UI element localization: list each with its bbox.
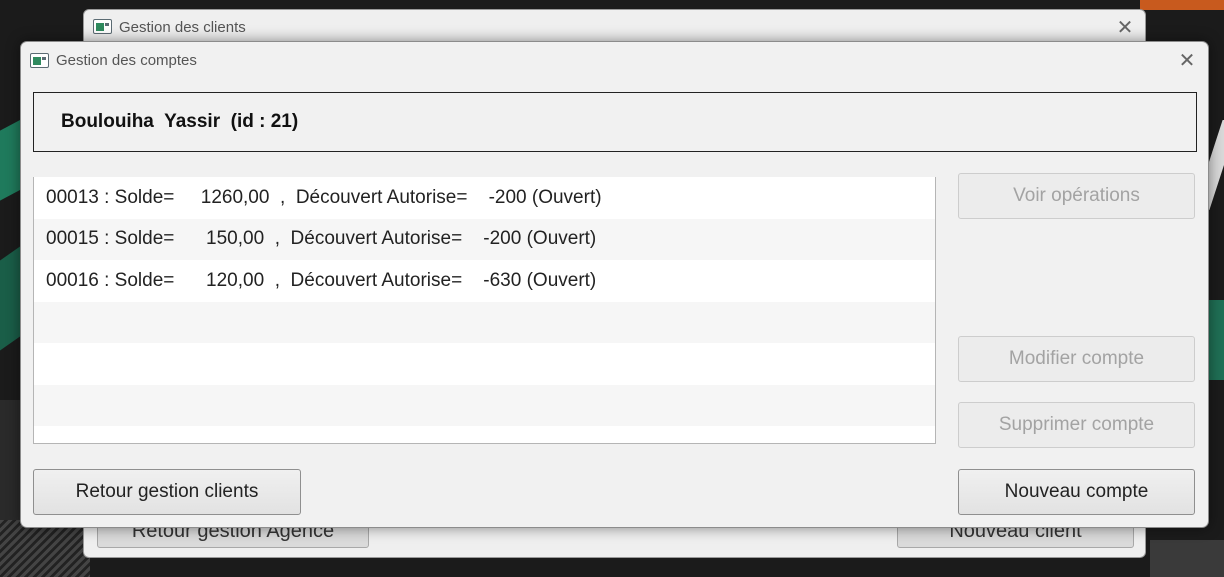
list-item-empty <box>34 301 935 343</box>
app-window-icon <box>93 19 112 34</box>
close-icon[interactable]: ✕ <box>1178 50 1196 70</box>
clients-window-title: Gestion des clients <box>119 19 246 36</box>
voir-operations-button[interactable]: Voir opérations <box>958 173 1195 219</box>
accounts-window-titlebar[interactable]: Gestion des comptes ✕ <box>21 42 1208 80</box>
list-item[interactable]: 00016 : Solde= 120,00 , Découvert Autori… <box>34 260 935 302</box>
list-item-empty <box>34 343 935 385</box>
app-window-icon <box>30 53 49 68</box>
list-item[interactable]: 00013 : Solde= 1260,00 , Découvert Autor… <box>34 177 935 219</box>
retour-gestion-clients-button[interactable]: Retour gestion clients <box>33 469 301 515</box>
background-shape <box>0 520 90 577</box>
accounts-window: Gestion des comptes ✕ Boulouiha Yassir (… <box>20 41 1209 528</box>
accounts-window-title: Gestion des comptes <box>56 52 197 69</box>
background-shape <box>1140 0 1224 10</box>
nouveau-compte-button[interactable]: Nouveau compte <box>958 469 1195 515</box>
client-header: Boulouiha Yassir (id : 21) <box>33 92 1197 152</box>
close-icon[interactable]: ✕ <box>1116 17 1134 37</box>
background-shape <box>1150 540 1224 577</box>
list-item[interactable]: 00015 : Solde= 150,00 , Découvert Autori… <box>34 218 935 260</box>
supprimer-compte-button[interactable]: Supprimer compte <box>958 402 1195 448</box>
accounts-list[interactable]: 00013 : Solde= 1260,00 , Découvert Autor… <box>33 177 936 444</box>
background-shape <box>1208 300 1224 380</box>
modifier-compte-button[interactable]: Modifier compte <box>958 336 1195 382</box>
list-item-empty <box>34 384 935 426</box>
